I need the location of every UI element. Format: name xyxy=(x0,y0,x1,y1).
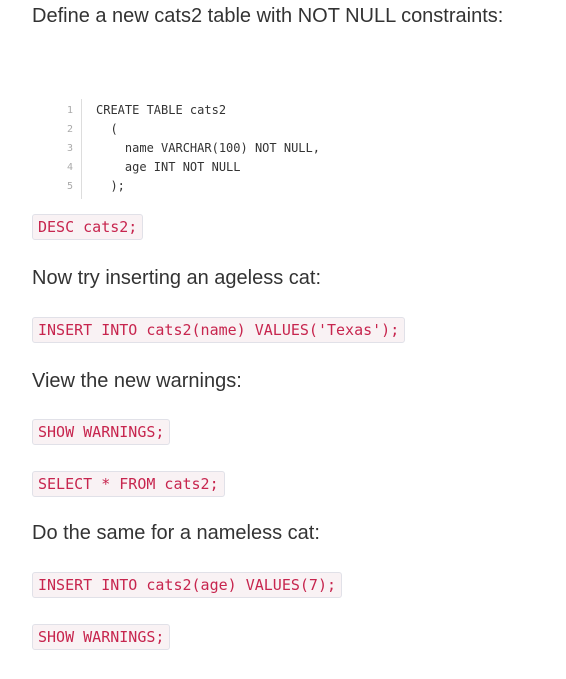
nameless-text: Do the same for a nameless cat: xyxy=(32,522,320,544)
warnings-text: View the new warnings: xyxy=(32,370,242,392)
insert-name-snippet: INSERT INTO cats2(name) VALUES('Texas'); xyxy=(32,317,406,343)
code-line: ); xyxy=(96,179,125,193)
line-number: 4 xyxy=(66,162,73,173)
show-warnings-snippet: SHOW WARNINGS; xyxy=(32,419,171,445)
code-block: 1 2 3 4 5 CREATE TABLE cats2 ( name VARC… xyxy=(40,99,460,199)
line-number-gutter: 1 2 3 4 5 xyxy=(40,99,82,199)
code-line: CREATE TABLE cats2 xyxy=(96,103,227,117)
ageless-text: Now try inserting an ageless cat: xyxy=(32,267,322,289)
line-number: 2 xyxy=(66,124,73,135)
select-snippet: SELECT * FROM cats2; xyxy=(32,471,225,497)
line-number: 3 xyxy=(66,143,73,154)
code-line: name VARCHAR(100) NOT NULL, xyxy=(96,141,320,155)
line-number: 1 xyxy=(66,105,73,116)
code-line: ( xyxy=(96,122,118,136)
code-line: age INT NOT NULL xyxy=(96,160,241,174)
desc-snippet: DESC cats2; xyxy=(32,214,144,240)
line-number: 5 xyxy=(66,181,73,192)
insert-age-snippet: INSERT INTO cats2(age) VALUES(7); xyxy=(32,572,343,598)
intro-text: Define a new cats2 table with NOT NULL c… xyxy=(32,5,504,27)
show-warnings-snippet: SHOW WARNINGS; xyxy=(32,624,171,650)
